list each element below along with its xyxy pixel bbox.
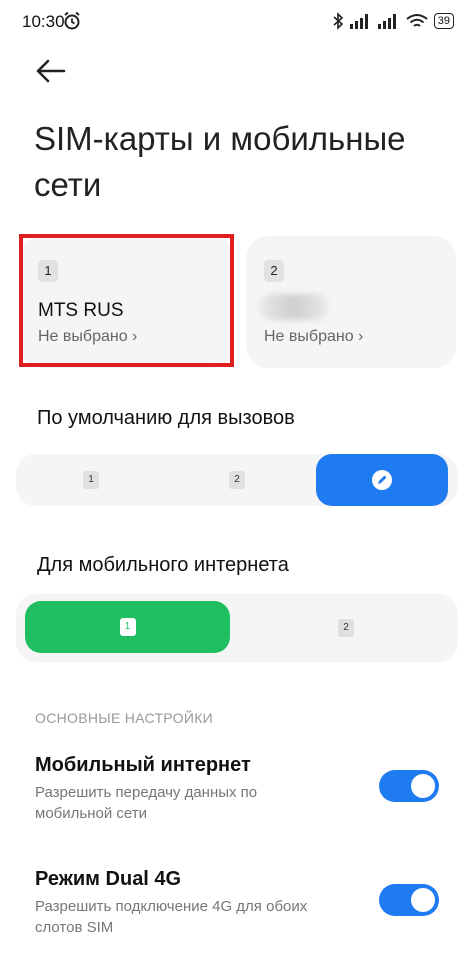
alarm-icon: [64, 11, 80, 30]
wifi-icon: [406, 14, 428, 27]
sim-status: Не выбрано ›: [264, 328, 364, 345]
data-selector: 1 2: [16, 594, 458, 662]
data-option-sim1[interactable]: 1: [25, 601, 230, 653]
sim-name: MTS RUS: [38, 300, 124, 321]
dual-4g-row[interactable]: Режим Dual 4G Разрешить подключение 4G д…: [0, 868, 474, 948]
calls-option-sim2[interactable]: 2: [166, 454, 308, 506]
pencil-icon: [372, 470, 392, 490]
sim-card-2[interactable]: 2 Не выбрано ›: [246, 236, 456, 368]
calls-heading: По умолчанию для вызовов: [37, 407, 295, 429]
data-heading: Для мобильного интернета: [37, 554, 289, 576]
calls-selector: 1 2: [16, 454, 458, 506]
page-title: SIM-карты и мобильные сети: [34, 120, 406, 203]
sim-chip-icon: 2: [264, 260, 284, 282]
signal-icon: [349, 14, 368, 29]
toggle-knob: [411, 888, 435, 912]
sim-card-1[interactable]: 1 MTS RUS Не выбрано ›: [20, 236, 234, 368]
back-arrow-icon[interactable]: [34, 56, 68, 86]
mobile-internet-toggle[interactable]: [379, 770, 439, 802]
status-bar: 10:30 39: [0, 0, 474, 42]
sim-name-blurred: [260, 294, 328, 320]
calls-option-ask[interactable]: [316, 454, 448, 506]
sim-chip-icon: 1: [83, 471, 99, 489]
battery-icon: 39: [433, 13, 454, 29]
bluetooth-icon: [333, 12, 343, 30]
sim-chip-icon: 2: [229, 471, 245, 489]
mobile-internet-row[interactable]: Мобильный интернет Разрешить передачу да…: [0, 754, 474, 834]
sim-chip-icon: 1: [38, 260, 58, 282]
dual-4g-toggle[interactable]: [379, 884, 439, 916]
setting-title: Мобильный интернет: [35, 754, 251, 776]
sim-status: Не выбрано ›: [38, 328, 138, 345]
setting-title: Режим Dual 4G: [35, 868, 182, 890]
calls-option-sim1[interactable]: 1: [16, 454, 166, 506]
setting-subtitle: Разрешить подключение 4G для обоих слото…: [35, 898, 308, 936]
setting-subtitle: Разрешить передачу данных по мобильной с…: [35, 784, 258, 822]
sim-chip-icon: 1: [119, 618, 136, 636]
sim-chip-icon: 2: [338, 619, 354, 637]
section-label: ОСНОВНЫЕ НАСТРОЙКИ: [35, 710, 214, 726]
signal-2-icon: [377, 14, 396, 29]
data-option-sim2[interactable]: 2: [241, 594, 451, 662]
status-time: 10:30: [22, 12, 65, 31]
status-indicators: 39: [332, 12, 454, 30]
toggle-knob: [411, 774, 435, 798]
